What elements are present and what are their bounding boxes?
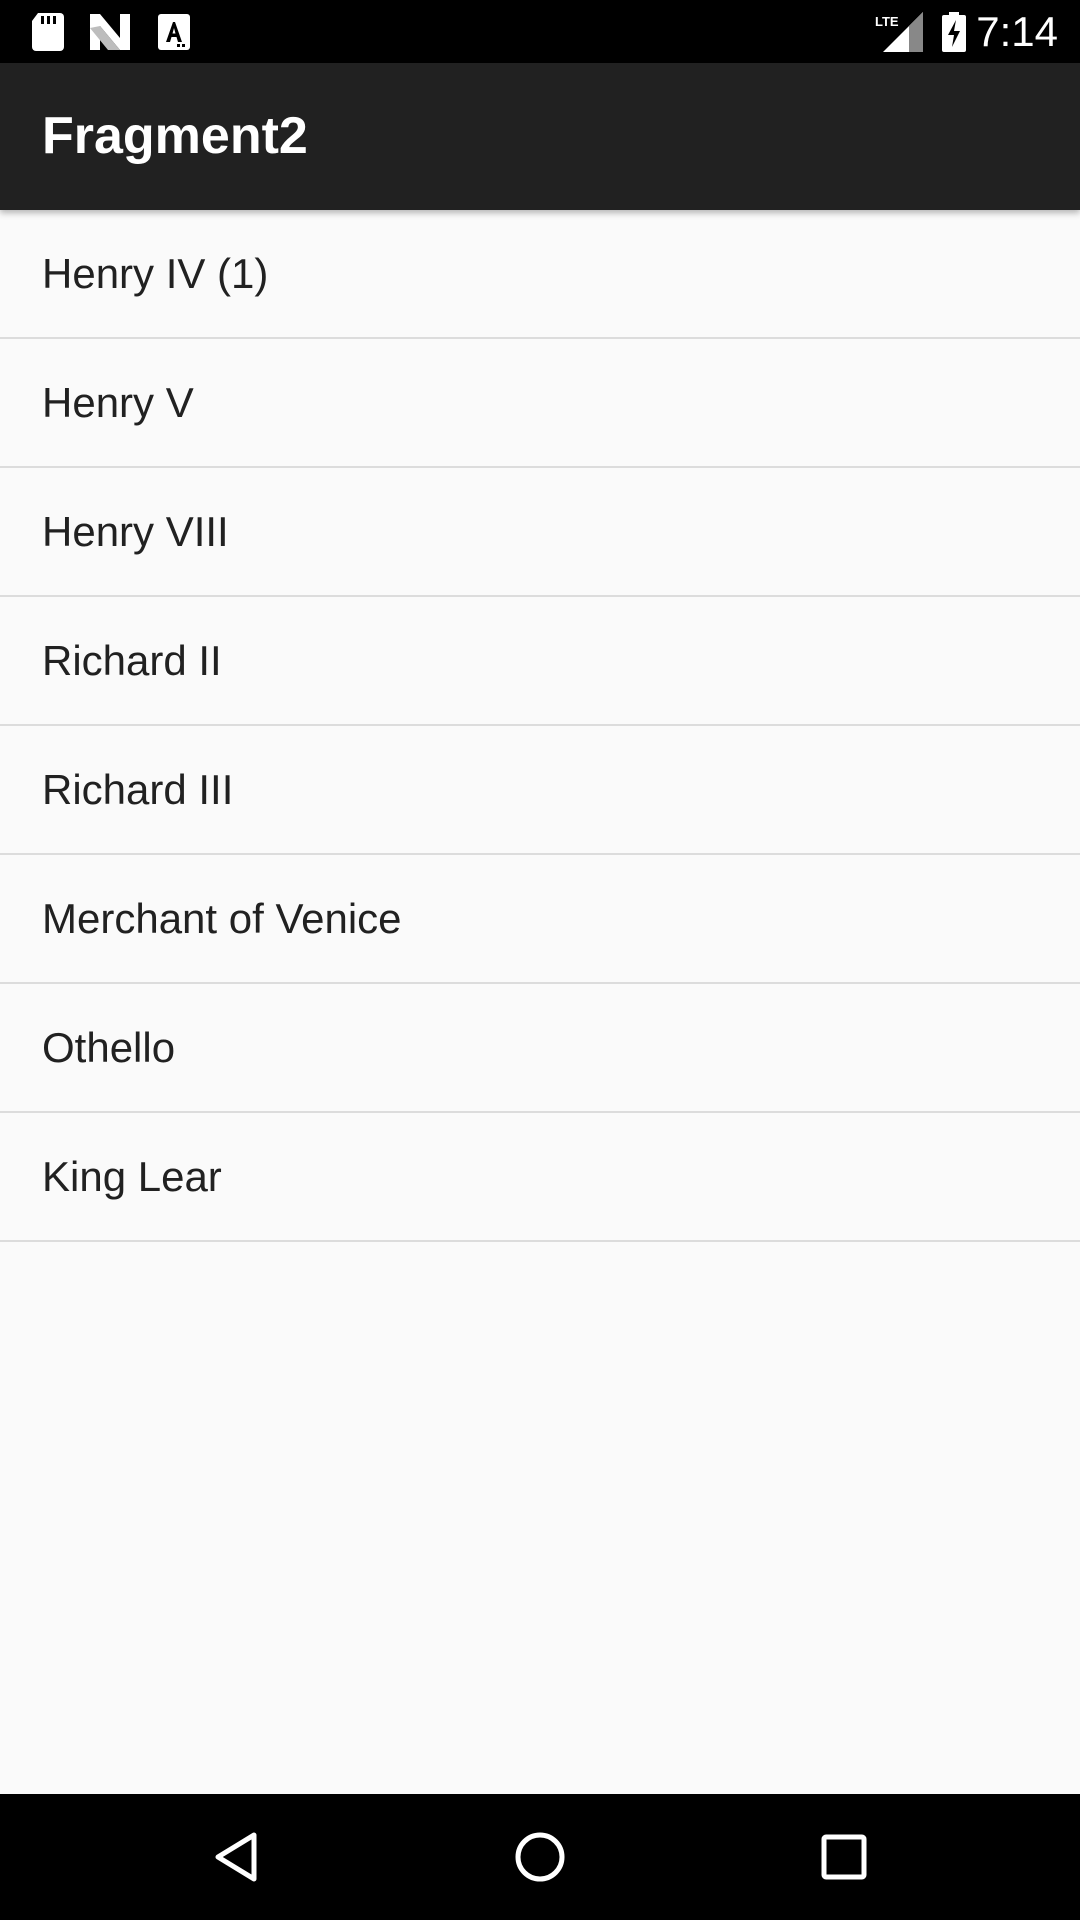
list-item[interactable]: Henry IV (1) [0,210,1080,339]
list-item-label: Henry V [42,378,194,426]
list-item[interactable]: Henry V [0,339,1080,468]
lte-signal-icon: LTE [875,0,923,63]
list-item-label: King Lear [42,1152,222,1200]
status-clock: 7:14 [976,8,1058,55]
back-icon[interactable] [166,1794,306,1920]
list-item[interactable]: Merchant of Venice [0,855,1080,984]
list-item-label: Henry VIII [42,507,229,555]
list-item[interactable]: King Lear [0,1113,1080,1242]
n-notification-icon [88,0,132,63]
app-bar: Fragment2 [0,63,1080,210]
home-icon[interactable] [470,1794,610,1920]
list-item[interactable]: Othello [0,984,1080,1113]
list-item[interactable]: Richard III [0,726,1080,855]
battery-charging-icon [940,0,968,63]
plays-list: Henry IV (1) Henry V Henry VIII Richard … [0,210,1080,1242]
navigation-bar [0,1794,1080,1920]
list-item-label: Henry IV (1) [42,249,269,297]
sd-card-icon [30,0,66,63]
list-item-label: Richard III [42,765,234,813]
recents-icon[interactable] [774,1794,914,1920]
lte-label: LTE [875,14,899,29]
list-item-label: Othello [42,1023,176,1071]
font-a-icon [156,0,192,63]
list-item-label: Richard II [42,636,222,684]
page-title: Fragment2 [42,107,308,165]
list-item-label: Merchant of Venice [42,894,402,942]
list-item[interactable]: Henry VIII [0,468,1080,597]
status-bar: LTE 7:14 [0,0,1080,63]
list-item[interactable]: Richard II [0,597,1080,726]
